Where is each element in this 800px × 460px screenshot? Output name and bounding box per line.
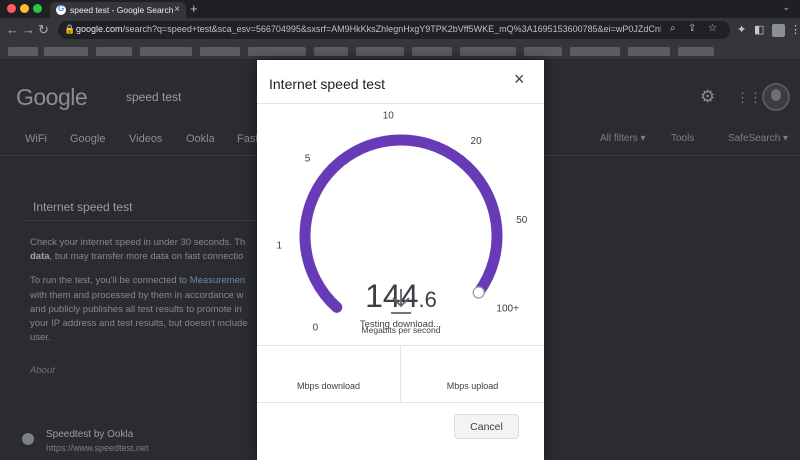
gauge-tick-label: 5	[305, 154, 311, 165]
extensions-icon[interactable]: ✦	[737, 23, 746, 36]
search-input[interactable]: speed test	[126, 90, 181, 104]
safesearch-button[interactable]: SafeSearch ▾	[728, 133, 788, 144]
source-url[interactable]: https://www.speedtest.net	[46, 443, 149, 453]
bookmark-item[interactable]	[628, 47, 670, 56]
back-icon[interactable]: ←	[6, 22, 19, 37]
tab-close-icon[interactable]: ×	[174, 4, 180, 15]
filter-chip-google[interactable]: Google	[70, 133, 105, 145]
bookmark-item[interactable]	[460, 47, 516, 56]
description-line: and publicly publishes all test results …	[30, 304, 242, 315]
description-line: your IP address and test results, but do…	[30, 318, 248, 329]
forward-icon[interactable]: →	[22, 22, 35, 37]
divider	[257, 402, 544, 403]
browser-tab[interactable]: speed test - Google Search ×	[50, 2, 186, 18]
bookmark-item[interactable]	[248, 47, 306, 56]
gauge-tick-label: 1	[277, 241, 283, 252]
bookmark-item[interactable]	[524, 47, 562, 56]
description-line: Check your internet speed in under 30 se…	[30, 237, 246, 248]
bookmark-item[interactable]	[412, 47, 452, 56]
filter-chip-fast[interactable]: Fast	[237, 133, 258, 145]
profile-icon[interactable]	[772, 24, 785, 37]
share-icon[interactable]: ⇪	[688, 23, 696, 34]
divider	[400, 346, 401, 402]
download-result-label: Mbps download	[296, 381, 361, 391]
tab-title: speed test - Google Search	[70, 5, 174, 15]
filter-chip-wifi[interactable]: WiFi	[25, 133, 47, 145]
cancel-button[interactable]: Cancel	[454, 414, 519, 439]
bookmark-item[interactable]	[356, 47, 404, 56]
tab-search-icon[interactable]: ⌄	[782, 2, 790, 13]
tools-button[interactable]: Tools	[671, 133, 694, 144]
star-icon[interactable]: ☆	[708, 23, 717, 34]
search-icon[interactable]: ⌕	[670, 23, 676, 34]
source-name[interactable]: Speedtest by Ookla	[46, 429, 133, 440]
gauge-tick-label: 20	[471, 136, 483, 147]
bookmark-item[interactable]	[96, 47, 132, 56]
about-link[interactable]: About	[30, 365, 55, 376]
description-line: To run the test, you'll be connected to …	[30, 275, 246, 286]
description-line: with them and processed by them in accor…	[30, 290, 244, 301]
upload-result-label: Mbps upload	[446, 381, 499, 391]
sidebar-icon[interactable]: ◧	[754, 23, 764, 36]
bookmarks-bar	[0, 42, 800, 60]
bookmark-item[interactable]	[570, 47, 620, 56]
address-bar[interactable]: 🔒 google.com/search?q=speed+test&sca_esv…	[58, 21, 730, 39]
gauge-needle-knob	[472, 286, 485, 299]
gauge-tick-label: 50	[516, 215, 528, 226]
reload-icon[interactable]: ↻	[38, 22, 49, 38]
dialog-header: Internet speed test ×	[257, 60, 544, 104]
bookmark-item[interactable]	[8, 47, 38, 56]
google-favicon-icon	[56, 4, 66, 15]
measurement-lab-link[interactable]: Measuremen	[190, 275, 245, 286]
bookmark-item[interactable]	[44, 47, 88, 56]
filter-chip-videos[interactable]: Videos	[129, 133, 162, 145]
close-window-button[interactable]	[7, 4, 16, 13]
description-line: user.	[30, 332, 51, 343]
card-title: Internet speed test	[33, 200, 133, 214]
download-arrow-icon	[391, 289, 411, 314]
google-logo[interactable]: Google	[16, 84, 88, 111]
bookmark-item[interactable]	[314, 47, 348, 56]
avatar[interactable]	[762, 83, 790, 111]
bookmark-item[interactable]	[200, 47, 240, 56]
description-line: data, but may transfer more data on fast…	[30, 251, 244, 262]
browser-toolbar: ← → ↻ 🔒 google.com/search?q=speed+test&s…	[0, 18, 800, 42]
test-status: Testing download...	[359, 319, 442, 330]
url-text[interactable]: google.com/search?q=speed+test&sca_esv=5…	[76, 24, 661, 34]
minimize-window-button[interactable]	[20, 4, 29, 13]
lock-icon[interactable]: 🔒	[64, 24, 75, 35]
gauge-tick-label: 100+	[496, 304, 519, 315]
bookmark-item[interactable]	[140, 47, 192, 56]
tab-strip: speed test - Google Search × + ⌄	[0, 0, 800, 18]
gauge-tick-label: 10	[383, 111, 395, 122]
menu-icon[interactable]: ⋮	[790, 23, 800, 36]
all-filters-button[interactable]: All filters ▾	[600, 133, 646, 144]
settings-icon[interactable]: ⚙	[700, 87, 715, 107]
maximize-window-button[interactable]	[33, 4, 42, 13]
divider	[26, 220, 256, 221]
speed-test-dialog: Internet speed test × 0 1 5 10 20 50 100…	[257, 60, 544, 460]
close-icon[interactable]: ×	[514, 70, 525, 88]
bookmark-item[interactable]	[678, 47, 714, 56]
dialog-title: Internet speed test	[269, 76, 385, 92]
new-tab-button[interactable]: +	[190, 1, 198, 16]
speedtest-source-icon	[22, 433, 34, 445]
filter-chip-ookla[interactable]: Ookla	[186, 133, 215, 145]
